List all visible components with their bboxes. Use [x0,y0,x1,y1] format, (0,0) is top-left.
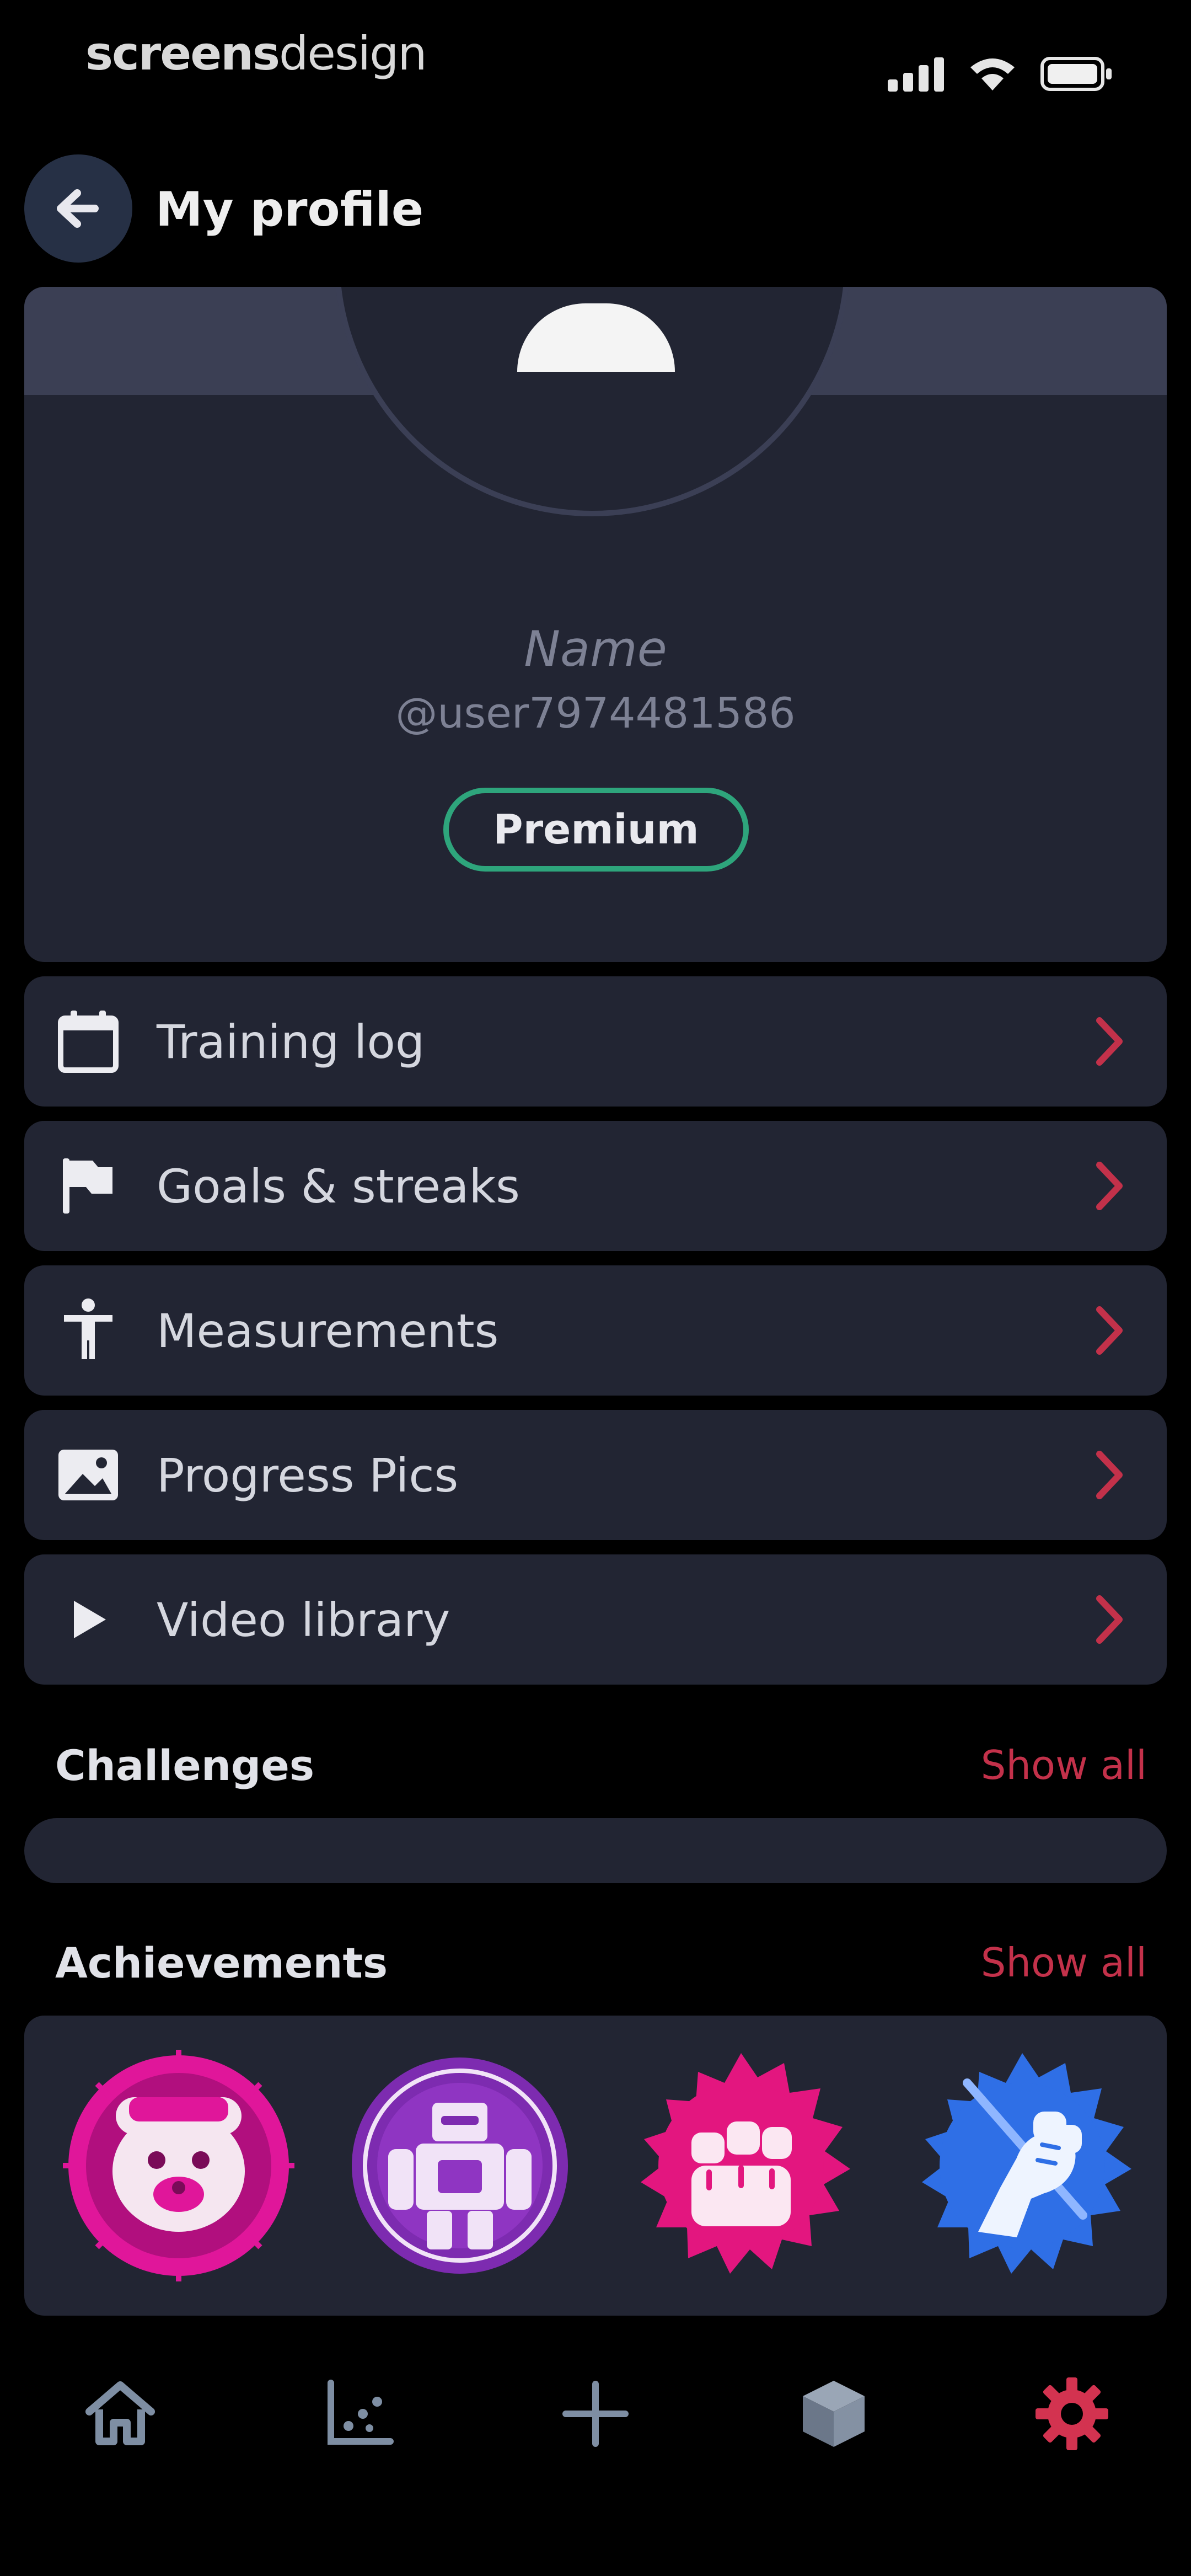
chevron-right-icon [1096,1306,1123,1355]
menu-item-measurements[interactable]: Measurements [24,1265,1167,1396]
challenges-title: Challenges [55,1741,315,1790]
chevron-right-icon [1096,1595,1123,1644]
menu-item-label: Progress Pics [157,1449,459,1503]
menu-item-label: Measurements [157,1304,499,1358]
plus-icon[interactable] [557,2375,634,2452]
play-icon [74,1601,106,1638]
challenges-show-all-link[interactable]: Show all [981,1742,1147,1788]
battery-icon [1040,57,1112,91]
chevron-right-icon [1096,1451,1123,1499]
bear-badge-icon[interactable] [63,2050,294,2281]
wifi-icon [970,58,1015,90]
arm-badge-icon[interactable] [906,2050,1138,2281]
cube-icon[interactable] [795,2375,872,2452]
gear-icon[interactable] [1033,2375,1110,2452]
flag-icon [63,1158,112,1214]
body-figure-icon [64,1298,112,1359]
challenges-list [24,1818,1167,1883]
menu-item-label: Video library [157,1593,450,1647]
achievements-show-all-link[interactable]: Show all [981,1939,1147,1986]
profile-handle: @user7974481586 [395,688,796,737]
profile-name: Name [524,621,667,677]
calendar-icon [58,1011,119,1073]
chart-icon[interactable] [320,2375,397,2452]
status-brand: screensdesign [85,26,427,81]
back-button[interactable] [24,154,132,263]
robot-badge-icon[interactable] [344,2050,576,2281]
premium-badge: Premium [443,788,749,872]
page-title: My profile [155,182,424,237]
menu-item-goals-streaks[interactable]: Goals & streaks [24,1121,1167,1251]
profile-card: Name @user7974481586 Premium [24,287,1167,962]
home-icon[interactable] [82,2375,159,2452]
chevron-right-icon [1096,1162,1123,1210]
signal-icon [888,57,944,92]
menu-item-video-library[interactable]: Video library [24,1554,1167,1685]
status-icons [888,57,1112,92]
menu-item-training-log[interactable]: Training log [24,976,1167,1107]
chevron-right-icon [1096,1017,1123,1066]
fist-badge-icon[interactable] [625,2050,857,2281]
menu-item-progress-pics[interactable]: Progress Pics [24,1410,1167,1540]
arrow-left-icon [57,189,99,228]
achievements-title: Achievements [55,1938,388,1987]
menu-item-label: Goals & streaks [157,1159,520,1214]
image-icon [58,1450,118,1500]
menu-item-label: Training log [157,1015,425,1069]
status-brand-bold: screens [85,26,280,81]
status-brand-light: design [278,26,427,81]
achievements-card [24,2016,1167,2316]
